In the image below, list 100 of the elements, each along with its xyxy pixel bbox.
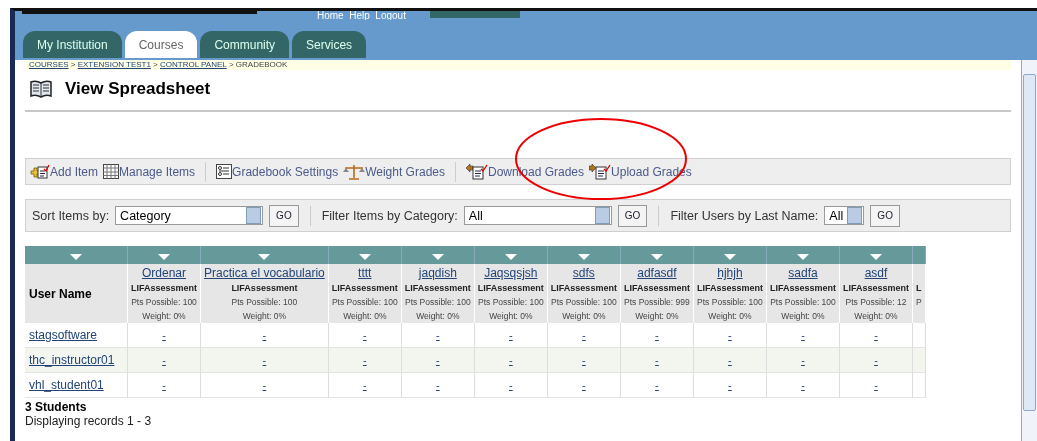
grade-link[interactable]: - bbox=[655, 329, 659, 341]
points-possible: Pts Possible: 100 bbox=[477, 297, 544, 307]
breadcrumb-text: > bbox=[69, 60, 77, 70]
nav-tab[interactable]: My Institution bbox=[23, 31, 122, 58]
dropdown[interactable]: All bbox=[463, 206, 612, 225]
records-info: Displaying records 1 - 3 bbox=[25, 414, 153, 428]
grade-link[interactable]: - bbox=[162, 379, 166, 391]
grade-link[interactable]: - bbox=[582, 379, 586, 391]
grade-link[interactable]: - bbox=[435, 379, 440, 391]
grade-link[interactable]: - bbox=[874, 379, 878, 391]
column-title-link[interactable]: Ordenar bbox=[142, 266, 187, 280]
filter-label: Filter Items by Category: bbox=[321, 208, 458, 223]
student-count: 3 Students bbox=[25, 400, 88, 414]
item-weight: Weight: 0% bbox=[634, 311, 680, 321]
points-possible: Pts Possible: 100 bbox=[331, 297, 398, 307]
item-type: LIFAssessment bbox=[769, 283, 836, 293]
breadcrumb-text: > bbox=[152, 60, 159, 70]
item-type: LIFAssessment bbox=[230, 283, 299, 293]
item-weight: Weight: 0% bbox=[707, 311, 753, 321]
toolbar-link[interactable]: Manage Items bbox=[119, 164, 196, 179]
nav-tab[interactable]: Community bbox=[200, 31, 290, 58]
grade-link[interactable]: - bbox=[162, 354, 166, 366]
grade-link[interactable]: - bbox=[435, 329, 440, 341]
grade-link[interactable]: - bbox=[728, 379, 732, 391]
grade-link[interactable]: - bbox=[435, 354, 440, 366]
toolbar-link[interactable]: Gradebook Settings bbox=[232, 164, 339, 179]
breadcrumb-link[interactable]: CONTROL PANEL bbox=[160, 60, 227, 70]
add-item-icon[interactable] bbox=[30, 163, 50, 180]
column-title-link[interactable]: Practica el vocabulario bbox=[204, 266, 325, 280]
item-weight: Weight: 0% bbox=[141, 311, 187, 321]
grade-link[interactable]: - bbox=[362, 354, 367, 366]
item-weight: Weight: 0% bbox=[241, 311, 288, 321]
points-possible: Pts Possible: 999 bbox=[623, 297, 690, 307]
grade-link[interactable]: - bbox=[655, 354, 659, 366]
grade-link[interactable]: - bbox=[509, 379, 513, 391]
scrollbar[interactable] bbox=[1021, 60, 1037, 441]
item-type: LIFAssessment bbox=[331, 283, 398, 293]
item-type: LIFAssessment bbox=[696, 283, 763, 293]
user-link[interactable]: vhl_student01 bbox=[29, 378, 104, 392]
column-title-link[interactable]: tttt bbox=[358, 266, 372, 280]
grade-link[interactable]: - bbox=[509, 354, 513, 366]
grade-link[interactable]: - bbox=[801, 329, 805, 341]
item-type: LIFAssessment bbox=[843, 283, 909, 293]
breadcrumb-text: > GRADEBOOK bbox=[227, 60, 288, 70]
grade-link[interactable]: - bbox=[362, 379, 367, 391]
item-type: LIFAssessment bbox=[477, 283, 544, 293]
item-type: LIFAssessment bbox=[131, 283, 198, 293]
grade-link[interactable]: - bbox=[162, 329, 166, 341]
grade-link[interactable]: - bbox=[801, 354, 805, 366]
scale-icon[interactable] bbox=[343, 163, 366, 180]
grade-link[interactable]: - bbox=[262, 329, 267, 341]
column-title-link[interactable]: hjhjh bbox=[717, 266, 743, 280]
go-button[interactable]: GO bbox=[870, 204, 900, 227]
grade-link[interactable]: - bbox=[728, 354, 732, 366]
grade-link[interactable]: - bbox=[874, 329, 878, 341]
go-button[interactable]: GO bbox=[269, 204, 299, 227]
grade-link[interactable]: - bbox=[262, 379, 267, 391]
grade-link[interactable]: - bbox=[582, 329, 586, 341]
item-weight: Weight: 0% bbox=[342, 311, 388, 321]
page-title: View Spreadsheet bbox=[65, 79, 211, 99]
column-title-link[interactable]: sdfs bbox=[572, 266, 595, 280]
column-title-link[interactable]: jaqdish bbox=[418, 266, 457, 280]
points-possible: Pts Possible: 100 bbox=[131, 297, 198, 307]
filter-label: Sort Items by: bbox=[32, 208, 110, 223]
grid-icon[interactable] bbox=[103, 164, 120, 179]
go-button[interactable]: GO bbox=[617, 204, 648, 227]
breadcrumb-link[interactable]: EXTENSION TEST1 bbox=[77, 60, 151, 70]
grade-link[interactable]: - bbox=[655, 379, 659, 391]
column-title-link[interactable]: adfasdf bbox=[637, 266, 677, 280]
breadcrumb-link[interactable]: COURSES bbox=[29, 60, 69, 70]
list-icon[interactable] bbox=[216, 164, 233, 179]
grade-link[interactable]: - bbox=[874, 354, 878, 366]
dropdown[interactable]: All bbox=[824, 206, 865, 225]
toolbar-link[interactable]: Weight Grades bbox=[365, 164, 445, 179]
points-possible: Pts Possible: 100 bbox=[404, 297, 471, 307]
nav-tab[interactable]: Services bbox=[292, 31, 367, 58]
item-weight: Weight: 0% bbox=[780, 311, 826, 321]
grade-link[interactable]: - bbox=[582, 354, 586, 366]
grade-link[interactable]: - bbox=[362, 329, 367, 341]
column-title-link[interactable]: asdf bbox=[864, 266, 888, 280]
grade-link[interactable]: - bbox=[801, 379, 805, 391]
grade-link[interactable]: - bbox=[728, 329, 732, 341]
document-arrow-icon[interactable] bbox=[466, 163, 488, 180]
item-type: LIFAssessment bbox=[404, 283, 471, 293]
item-weight: Weight: 0% bbox=[853, 311, 899, 321]
dropdown[interactable]: Category bbox=[115, 206, 264, 225]
book-icon bbox=[29, 79, 53, 99]
column-title-link[interactable]: Jaqsqsjsh bbox=[484, 266, 538, 280]
points-possible: Pts Possible: 12 bbox=[844, 297, 908, 307]
user-link[interactable]: stagsoftware bbox=[29, 328, 98, 342]
toolbar-link[interactable]: Add Item bbox=[50, 164, 99, 179]
item-type: L bbox=[916, 283, 922, 293]
column-title-link[interactable]: sadfa bbox=[788, 266, 818, 280]
grade-link[interactable]: - bbox=[262, 354, 267, 366]
grade-link[interactable]: - bbox=[509, 329, 513, 341]
points-possible: Pts Possible: 100 bbox=[696, 297, 763, 307]
document-arrow-icon[interactable] bbox=[589, 163, 612, 180]
item-weight: Weight: 0% bbox=[561, 311, 607, 321]
nav-tab[interactable]: Courses bbox=[124, 31, 198, 58]
scrollbar-thumb[interactable] bbox=[1023, 74, 1036, 411]
